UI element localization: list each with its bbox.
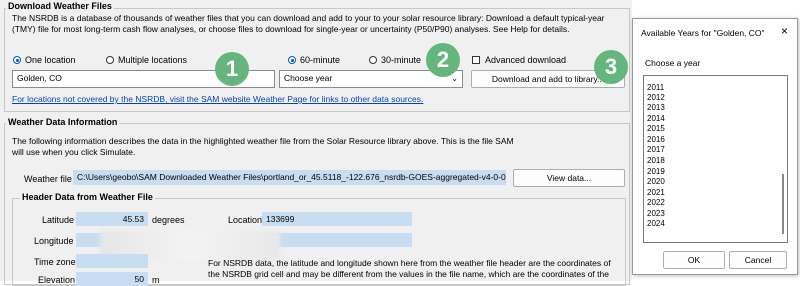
latitude-unit: degrees: [152, 215, 185, 225]
latitude-value: 45.53: [76, 212, 148, 226]
choose-year-label: Choose a year: [645, 58, 701, 68]
longitude-label: Longitude: [34, 236, 74, 246]
elevation-value: 50: [76, 272, 148, 286]
nsrdb-note: For NSRDB data, the latitude and longitu…: [208, 258, 611, 279]
elevation-label: Elevation: [38, 275, 76, 285]
year-list[interactable]: 2011 2012 2013 2014 2015 2016 2017 2018 …: [643, 75, 788, 243]
year-item[interactable]: 2019: [647, 167, 665, 177]
download-group-title: Download Weather Files: [6, 1, 114, 11]
step-badge-2: 2: [426, 43, 460, 77]
year-item[interactable]: 2014: [647, 114, 665, 124]
year-item[interactable]: 2022: [647, 198, 665, 208]
weather-file-label: Weather file: [24, 174, 72, 184]
dialog-title: Available Years for "Golden, CO": [641, 28, 765, 38]
list-scrollbar[interactable]: [782, 174, 784, 234]
timezone-label: Time zone: [34, 257, 76, 267]
multiple-locations-label[interactable]: Multiple locations: [118, 55, 187, 65]
weather-info-title: Weather Data Information: [6, 117, 120, 127]
step-badge-3: 3: [594, 50, 628, 84]
header-data-title: Header Data from Weather File: [20, 192, 155, 202]
cancel-button[interactable]: Cancel: [729, 251, 787, 269]
timezone-field-redacted: [262, 233, 412, 247]
main-panel: Download Weather Files The NSRDB is a da…: [0, 0, 632, 286]
year-item[interactable]: 2024: [647, 219, 665, 229]
year-item[interactable]: 2018: [647, 156, 665, 166]
view-data-button[interactable]: View data...: [513, 169, 625, 187]
close-icon[interactable]: ×: [781, 24, 788, 38]
latitude-label: Latitude: [42, 215, 75, 225]
step-badge-1: 1: [215, 52, 249, 86]
location-value: 133699: [262, 212, 412, 226]
advanced-download-checkbox[interactable]: [472, 56, 480, 64]
location-label: Location: [228, 215, 263, 225]
chevron-down-icon: ⌄: [451, 74, 458, 83]
thirty-minute-label[interactable]: 30-minute: [381, 55, 421, 65]
weather-file-value: C:\Users\geobo\SAM Downloaded Weather Fi…: [73, 170, 506, 185]
sixty-minute-label[interactable]: 60-minute: [300, 55, 340, 65]
year-item[interactable]: 2013: [647, 103, 665, 113]
year-item[interactable]: 2016: [647, 135, 665, 145]
year-item[interactable]: 2015: [647, 124, 665, 134]
multiple-locations-radio[interactable]: [106, 56, 114, 64]
weather-info-description: The following information describes the …: [12, 136, 514, 157]
year-item[interactable]: 2021: [647, 188, 665, 198]
year-item[interactable]: 2012: [647, 93, 665, 103]
year-item[interactable]: 2017: [647, 145, 665, 155]
year-item[interactable]: 2011: [647, 83, 664, 93]
other-sources-link[interactable]: For locations not covered by the NSRDB, …: [12, 94, 423, 104]
thirty-minute-radio[interactable]: [369, 56, 377, 64]
year-item[interactable]: 2020: [647, 177, 665, 187]
timezone-value: [76, 254, 148, 268]
one-location-label[interactable]: One location: [25, 55, 76, 65]
year-select-value: Choose year: [284, 73, 333, 83]
year-item[interactable]: 2023: [647, 209, 665, 219]
download-description: The NSRDB is a database of thousands of …: [12, 13, 605, 34]
ok-button[interactable]: OK: [663, 251, 725, 269]
elevation-unit: m: [152, 275, 160, 285]
advanced-download-label[interactable]: Advanced download: [485, 55, 566, 65]
one-location-radio[interactable]: [13, 56, 21, 64]
available-years-dialog: Available Years for "Golden, CO" × Choos…: [632, 18, 798, 275]
sixty-minute-radio[interactable]: [288, 56, 296, 64]
